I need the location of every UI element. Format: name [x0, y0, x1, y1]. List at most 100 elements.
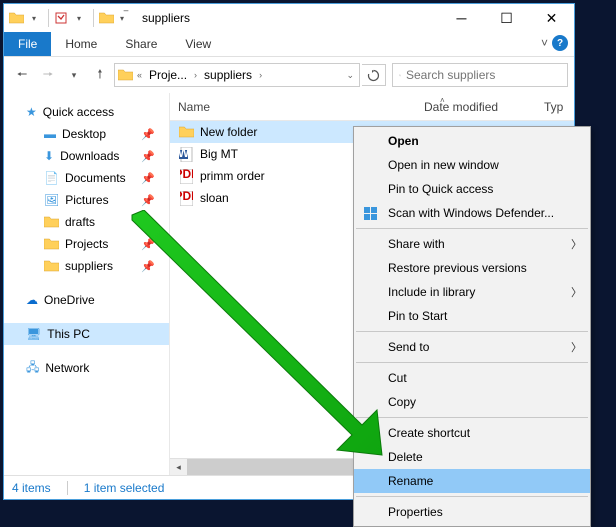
sidebar-item-network[interactable]: 🖧 Network	[4, 357, 169, 379]
pin-icon: 📌	[141, 260, 155, 273]
refresh-button[interactable]	[362, 64, 386, 86]
sidebar-label: Quick access	[43, 105, 114, 119]
sidebar-item-drafts[interactable]: drafts 📌	[4, 211, 169, 233]
menu-rename[interactable]: Rename	[354, 469, 590, 493]
sidebar-item-this-pc[interactable]: 🖥This PC	[4, 323, 169, 345]
sidebar-label: Pictures	[65, 193, 108, 207]
qat-dropdown-icon[interactable]: ▾	[71, 10, 87, 26]
menu-send-to[interactable]: Send to〉	[354, 335, 590, 359]
pdf-icon: PDF	[178, 190, 194, 206]
search-box[interactable]	[392, 63, 568, 87]
sidebar-label: Desktop	[62, 127, 106, 141]
properties-icon[interactable]	[53, 10, 69, 26]
sidebar-label: Downloads	[60, 149, 119, 163]
sidebar-item-quick-access[interactable]: ★ Quick access	[4, 101, 169, 123]
menu-delete[interactable]: Delete	[354, 445, 590, 469]
column-name[interactable]: Name	[178, 100, 424, 114]
sidebar-label: suppliers	[65, 259, 113, 273]
network-icon: 🖧	[26, 358, 39, 379]
menu-restore-previous[interactable]: Restore previous versions	[354, 256, 590, 280]
window-title: suppliers	[142, 11, 190, 25]
folder-icon	[44, 238, 59, 250]
menu-label: Send to	[388, 340, 429, 354]
search-input[interactable]	[406, 68, 561, 82]
ribbon-tabs: File Home Share View ˅ ?	[4, 32, 574, 57]
breadcrumb-segment[interactable]: Proje...	[144, 66, 192, 84]
maximize-button[interactable]: ☐	[484, 4, 529, 32]
documents-icon: 📄	[44, 171, 59, 185]
separator	[356, 331, 588, 332]
docx-icon: W	[178, 146, 194, 162]
sidebar-item-onedrive[interactable]: ☁OneDrive	[4, 289, 169, 311]
pdf-icon: PDF	[178, 168, 194, 184]
menu-label: Cut	[388, 371, 407, 385]
separator	[356, 228, 588, 229]
menu-properties[interactable]: Properties	[354, 500, 590, 524]
menu-create-shortcut[interactable]: Create shortcut	[354, 421, 590, 445]
menu-cut[interactable]: Cut	[354, 366, 590, 390]
qat-dropdown-icon[interactable]: ▾	[26, 10, 42, 26]
close-button[interactable]: ✕	[529, 4, 574, 32]
menu-copy[interactable]: Copy	[354, 390, 590, 414]
file-name: sloan	[200, 191, 229, 205]
tab-file[interactable]: File	[4, 32, 51, 56]
menu-open-new-window[interactable]: Open in new window	[354, 153, 590, 177]
tab-view[interactable]: View	[171, 32, 225, 56]
sidebar-item-desktop[interactable]: ▬Desktop📌	[4, 123, 169, 145]
expand-ribbon-icon[interactable]: ˅	[541, 36, 548, 50]
svg-text:PDF: PDF	[180, 169, 193, 181]
menu-label: Restore previous versions	[388, 261, 527, 275]
svg-text:W: W	[179, 147, 190, 160]
chevron-icon[interactable]: ›	[259, 70, 262, 80]
menu-label: Share with	[388, 237, 445, 251]
sidebar-label: drafts	[65, 215, 95, 229]
breadcrumb-segment[interactable]: suppliers	[199, 66, 257, 84]
column-headers: ˄ Name Date modified Typ	[170, 93, 574, 121]
forward-button[interactable]: 🠖	[36, 63, 60, 87]
sidebar-label: Network	[45, 361, 89, 375]
menu-scan-defender[interactable]: Scan with Windows Defender...	[354, 201, 590, 225]
menu-include-library[interactable]: Include in library〉	[354, 280, 590, 304]
navigation-pane: ★ Quick access ▬ Desktop 📌 ⬇ Downloads 📌 📄Do…	[4, 93, 170, 475]
tab-share[interactable]: Share	[111, 32, 171, 56]
help-button[interactable]: ?	[552, 35, 568, 51]
qat-overflow-icon[interactable]: ▾‾	[116, 10, 132, 26]
column-type[interactable]: Typ	[544, 100, 574, 114]
menu-pin-quick-access[interactable]: Pin to Quick access	[354, 177, 590, 201]
sidebar-label: This PC	[47, 327, 90, 341]
scroll-left-icon[interactable]: ◂	[170, 459, 187, 475]
search-icon	[399, 69, 401, 82]
status-selected-count: 1 item selected	[84, 481, 165, 495]
chevron-icon[interactable]: ›	[194, 70, 197, 80]
navigation-bar: 🠔 🠖 ▾ 🠕 « Proje... › suppliers › ⌄	[4, 57, 574, 93]
chevron-icon[interactable]: «	[137, 70, 142, 80]
sidebar-label: OneDrive	[44, 293, 95, 307]
submenu-arrow-icon: 〉	[571, 236, 582, 252]
folder-icon	[44, 216, 59, 228]
sidebar-item-downloads[interactable]: ⬇ Downloads 📌	[4, 145, 169, 167]
sort-indicator-icon: ˄	[440, 96, 445, 105]
back-button[interactable]: 🠔	[10, 63, 34, 87]
menu-label: Copy	[388, 395, 416, 409]
tab-home[interactable]: Home	[51, 32, 111, 56]
sidebar-item-documents[interactable]: 📄Documents📌	[4, 167, 169, 189]
sidebar-item-pictures[interactable]: 🖼Pictures📌	[4, 189, 169, 211]
menu-open[interactable]: Open	[354, 129, 590, 153]
menu-pin-start[interactable]: Pin to Start	[354, 304, 590, 328]
sidebar-item-projects[interactable]: Projects📌	[4, 233, 169, 255]
menu-label: Pin to Quick access	[388, 182, 493, 196]
desktop-icon: ▬	[44, 127, 56, 141]
pin-icon: 📌	[141, 150, 155, 163]
minimize-button[interactable]: ─	[439, 4, 484, 32]
downloads-icon: ⬇	[44, 149, 54, 163]
pin-icon: 📌	[141, 216, 155, 229]
recent-dropdown[interactable]: ▾	[62, 63, 86, 87]
menu-share-with[interactable]: Share with 〉	[354, 232, 590, 256]
address-dropdown-icon[interactable]: ⌄	[346, 70, 354, 81]
folder-icon	[98, 10, 114, 26]
address-bar[interactable]: « Proje... › suppliers › ⌄	[114, 63, 360, 87]
menu-label: Scan with Windows Defender...	[388, 206, 554, 220]
separator	[67, 481, 68, 495]
sidebar-item-suppliers[interactable]: suppliers 📌	[4, 255, 169, 277]
up-button[interactable]: 🠕	[88, 63, 112, 87]
